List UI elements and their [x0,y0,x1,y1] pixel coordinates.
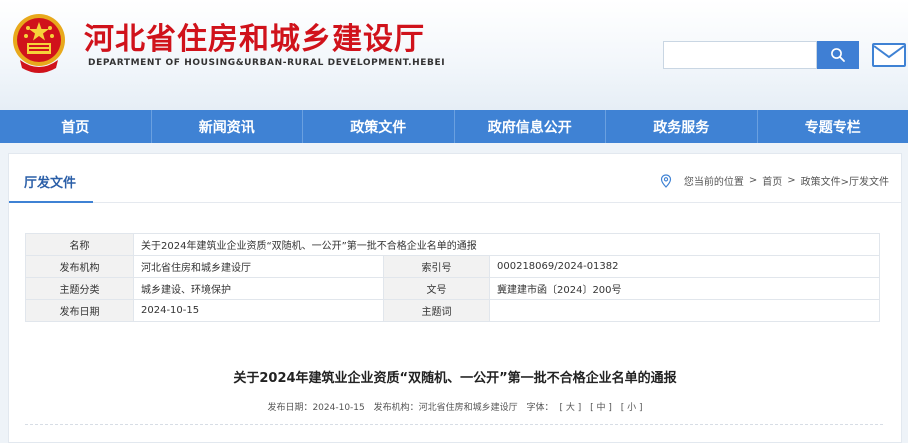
article-title: 关于2024年建筑业企业资质“双随机、一公开”第一批不合格企业名单的通报 [9,367,901,386]
name-value: 关于2024年建筑业企业资质“双随机、一公开”第一批不合格企业名单的通报 [134,234,880,256]
date-label: 发布日期 [26,300,134,322]
keyword-label: 主题词 [384,300,490,322]
location-pin-icon [660,174,672,188]
section-title: 厅发文件 [24,172,76,191]
table-row: 主题分类 城乡建设、环境保护 文号 冀建建市函〔2024〕200号 [26,278,880,300]
table-row: 发布机构 河北省住房和城乡建设厅 索引号 000218069/2024-0138… [26,256,880,278]
font-size-label: 字体： [527,403,554,413]
breadcrumb-prefix: 您当前的位置 [684,173,744,188]
nav-item-news[interactable]: 新闻资讯 [152,110,304,143]
site-subtitle-en: DEPARTMENT OF HOUSING&URBAN-RURAL DEVELO… [88,58,445,68]
article-date: 发布日期：2024-10-15 [267,403,364,413]
topic-value: 城乡建设、环境保护 [134,278,384,300]
main-nav: 首页 新闻资讯 政策文件 政府信息公开 政务服务 专题专栏 [0,110,908,143]
nav-item-gov-info[interactable]: 政府信息公开 [455,110,607,143]
nav-item-policy[interactable]: 政策文件 [303,110,455,143]
search-input[interactable] [663,41,817,69]
font-size-large-button[interactable]: [ 大 ] [560,403,582,413]
nav-item-services[interactable]: 政务服务 [606,110,758,143]
topic-label: 主题分类 [26,278,134,300]
index-label: 索引号 [384,256,490,278]
breadcrumb-home[interactable]: 首页 [762,173,782,188]
table-row: 名称 关于2024年建筑业企业资质“双随机、一公开”第一批不合格企业名单的通报 [26,234,880,256]
keyword-value [490,300,880,322]
index-value: 000218069/2024-01382 [490,256,880,278]
doc-number-label: 文号 [384,278,490,300]
font-size-small-button[interactable]: [ 小 ] [621,403,643,413]
breadcrumb-current[interactable]: 政策文件>厅发文件 [801,173,889,188]
nav-item-home[interactable]: 首页 [0,110,152,143]
name-label: 名称 [26,234,134,256]
national-emblem-icon [10,12,68,76]
search-button[interactable] [817,41,859,69]
section-title-underline [9,201,93,203]
section-divider [9,202,901,203]
nav-item-topics[interactable]: 专题专栏 [758,110,908,143]
article-meta: 发布日期：2024-10-15 发布机构：河北省住房和城乡建设厅 字体： [ 大 … [9,400,901,413]
document-info-table: 名称 关于2024年建筑业企业资质“双随机、一公开”第一批不合格企业名单的通报 … [25,233,880,322]
mail-icon[interactable] [872,43,906,67]
site-title: 河北省住房和城乡建设厅 [84,14,425,58]
article-divider [25,424,883,425]
publisher-value: 河北省住房和城乡建设厅 [134,256,384,278]
table-row: 发布日期 2024-10-15 主题词 [26,300,880,322]
breadcrumb-separator: > [749,175,757,186]
site-header: 河北省住房和城乡建设厅 DEPARTMENT OF HOUSING&URBAN-… [0,0,908,110]
content-panel: 厅发文件 您当前的位置 > 首页 > 政策文件>厅发文件 名称 关于2024年建… [8,153,902,443]
date-value: 2024-10-15 [134,300,384,322]
font-size-medium-button[interactable]: [ 中 ] [590,403,612,413]
article-publisher: 发布机构：河北省住房和城乡建设厅 [374,403,518,413]
doc-number-value: 冀建建市函〔2024〕200号 [490,278,880,300]
publisher-label: 发布机构 [26,256,134,278]
breadcrumb-separator: > [787,175,795,186]
search-icon [830,47,846,63]
breadcrumb: 您当前的位置 > 首页 > 政策文件>厅发文件 [660,173,889,188]
